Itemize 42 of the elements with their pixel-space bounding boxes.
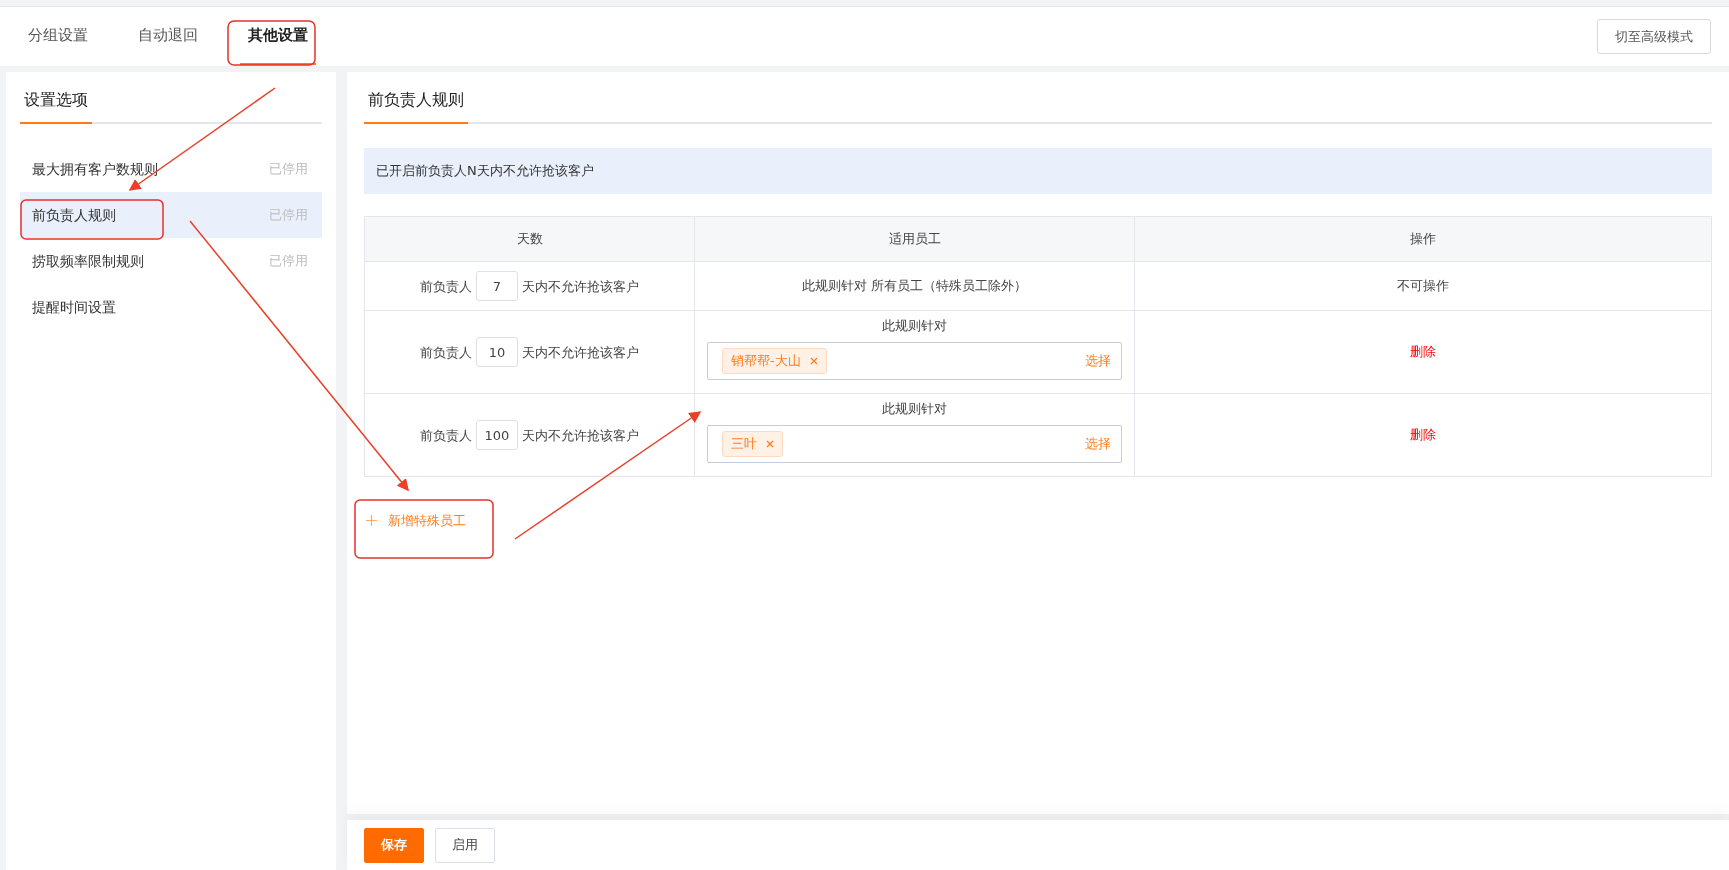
days-input[interactable]: 10 — [476, 337, 518, 367]
sidebar-item[interactable]: 前负责人规则 已停用 — [20, 192, 322, 238]
table-cell: 此规则针对 所有员工（特殊员工除外） — [694, 261, 1135, 311]
days-input[interactable]: 100 — [476, 420, 518, 450]
cell-text: 前负责人 — [420, 427, 472, 443]
remove-icon[interactable] — [766, 439, 774, 448]
item-status: 已停用 — [269, 160, 308, 179]
column-header: 天数 — [364, 216, 695, 262]
cell-text: 天内不允许抢该客户 — [522, 344, 639, 360]
sidebar-item[interactable]: 捞取频率限制规则 已停用 — [20, 238, 322, 284]
cell-text: 此规则针对 — [881, 400, 948, 419]
cell-text: 前负责人 — [420, 344, 472, 360]
cell-text: 天内不允许抢该客户 — [522, 278, 639, 294]
tab[interactable]: 分组设置 — [20, 8, 96, 65]
item-status: 已停用 — [269, 252, 308, 271]
cell-text: 天内不允许抢该客户 — [522, 427, 639, 443]
cell-text: 此规则针对 — [881, 317, 948, 336]
delete-link[interactable]: 删除 — [1410, 425, 1436, 445]
item-label: 提醒时间设置 — [32, 297, 116, 317]
tag-label: 销帮帮-大山 — [731, 352, 801, 370]
item-label: 捞取频率限制规则 — [32, 251, 144, 271]
column-header: 适用员工 — [694, 216, 1135, 262]
section-title: 设置选项 — [20, 72, 92, 124]
item-label: 前负责人规则 — [32, 205, 116, 225]
item-status: 已停用 — [269, 206, 308, 225]
section-title: 前负责人规则 — [364, 72, 468, 124]
item-label: 最大拥有客户数规则 — [32, 159, 158, 179]
days-input[interactable]: 7 — [476, 271, 518, 301]
sidebar-item[interactable]: 最大拥有客户数规则 已停用 — [20, 146, 322, 192]
plus-icon — [366, 515, 377, 527]
advanced-mode-button[interactable]: 切至高级模式 — [1597, 19, 1711, 54]
tab[interactable]: 自动退回 — [130, 8, 206, 65]
cell-text: 前负责人 — [420, 278, 472, 294]
sidebar-item[interactable]: 提醒时间设置 — [20, 284, 322, 330]
remove-icon[interactable] — [809, 356, 818, 365]
column-header: 操作 — [1134, 216, 1712, 262]
tab[interactable]: 其他设置 — [240, 8, 316, 65]
enable-button[interactable]: 启用 — [435, 827, 495, 863]
info-banner: 已开启前负责人N天内不允许抢该客户 — [364, 148, 1712, 194]
tag-label: 三叶 — [731, 435, 757, 453]
delete-link[interactable]: 删除 — [1410, 342, 1436, 362]
table-cell: 不可操作 — [1134, 261, 1712, 311]
